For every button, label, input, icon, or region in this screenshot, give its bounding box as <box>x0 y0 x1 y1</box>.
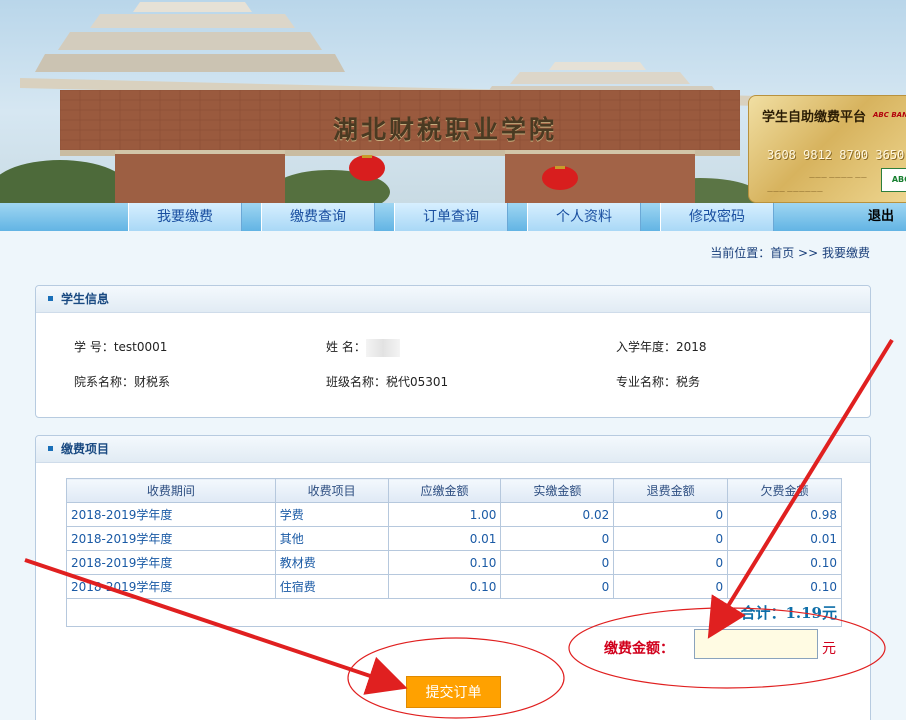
major-field: 专业名称：税务 <box>616 373 700 390</box>
table-header-row: 收费期间 收费项目 应缴金额 实缴金额 退费金额 欠费金额 <box>66 478 842 503</box>
cell-refund: 0 <box>613 502 729 527</box>
breadcrumb-current: 我要缴费 <box>821 246 870 260</box>
student-info-panel: 学生信息 学 号：test0001 姓 名： 入学年度：2018 院系名称：财税… <box>35 285 871 418</box>
table-row: 2018-2019学年度 学费 1.00 0.02 0 0.98 <box>66 502 842 527</box>
cell-due: 1.00 <box>387 502 502 527</box>
breadcrumb-home-link[interactable]: 首页 <box>770 246 794 260</box>
cell-refund: 0 <box>613 526 729 551</box>
header-banner: 湖北财税职业学院 学生自助缴费平台 ABC BANK 3608 9812 870… <box>0 0 906 203</box>
cell-refund: 0 <box>613 574 729 599</box>
total-cell: 合计：1.19元 <box>66 598 842 627</box>
cell-period: 2018-2019学年度 <box>66 526 276 551</box>
cell-period: 2018-2019学年度 <box>66 550 276 575</box>
bank-card-graphic: 学生自助缴费平台 ABC BANK 3608 9812 8700 3650 ——… <box>748 95 906 203</box>
bank-logo-icon: ABC <box>881 168 906 192</box>
total-label: 合计： <box>740 604 786 622</box>
breadcrumb: 当前位置：首页 >> 我要缴费 <box>710 244 870 261</box>
student-name-field: 姓 名： <box>326 338 400 357</box>
cell-period: 2018-2019学年度 <box>66 502 276 527</box>
submit-order-button[interactable]: 提交订单 <box>406 676 501 708</box>
cell-period: 2018-2019学年度 <box>66 574 276 599</box>
main-nav: 我要缴费 缴费查询 订单查询 个人资料 修改密码 退出 <box>0 203 906 231</box>
cell-paid: 0 <box>500 526 615 551</box>
cell-item: 其他 <box>274 526 389 551</box>
col-header-owed: 欠费金额 <box>727 478 842 503</box>
gate-title: 湖北财税职业学院 <box>333 115 558 144</box>
cell-item: 住宿费 <box>274 574 389 599</box>
class-field: 班级名称：税代05301 <box>326 373 448 390</box>
department-label: 院系名称： <box>74 375 135 389</box>
total-value: 1.19元 <box>785 604 837 622</box>
fee-items-header: 缴费项目 <box>36 436 870 463</box>
card-title: 学生自助缴费平台 <box>762 110 867 125</box>
table-row: 2018-2019学年度 教材费 0.10 0 0 0.10 <box>66 550 842 575</box>
card-fineprint: ——— ———— —— <box>809 174 867 181</box>
total-row: 合计：1.19元 <box>66 598 842 627</box>
cell-item: 学费 <box>274 502 389 527</box>
cell-item: 教材费 <box>274 550 389 575</box>
cell-owed: 0.10 <box>727 550 842 575</box>
major-label: 专业名称： <box>616 375 677 389</box>
cell-owed: 0.01 <box>727 526 842 551</box>
breadcrumb-prefix: 当前位置： <box>710 246 771 260</box>
student-name-redacted <box>365 338 400 357</box>
card-number: 3608 9812 8700 3650 <box>767 148 905 162</box>
col-header-period: 收费期间 <box>66 478 276 503</box>
bullet-square-icon <box>48 446 53 451</box>
cell-paid: 0.02 <box>500 502 615 527</box>
col-header-due: 应缴金额 <box>387 478 502 503</box>
cell-refund: 0 <box>613 550 729 575</box>
table-row: 2018-2019学年度 其他 0.01 0 0 0.01 <box>66 526 842 551</box>
bullet-square-icon <box>48 296 53 301</box>
cell-due: 0.01 <box>387 526 502 551</box>
cell-owed: 0.98 <box>727 502 842 527</box>
student-info-title: 学生信息 <box>61 292 110 306</box>
enroll-year-label: 入学年度： <box>616 340 677 354</box>
col-header-paid: 实缴金额 <box>500 478 615 503</box>
nav-item-payment-query[interactable]: 缴费查询 <box>261 203 375 231</box>
cell-paid: 0 <box>500 550 615 575</box>
nav-item-order-query[interactable]: 订单查询 <box>394 203 508 231</box>
cell-owed: 0.10 <box>727 574 842 599</box>
nav-item-pay[interactable]: 我要缴费 <box>128 203 242 231</box>
card-bank-name: ABC BANK <box>873 111 906 119</box>
logout-link[interactable]: 退出 <box>868 203 894 231</box>
col-header-item: 收费项目 <box>274 478 389 503</box>
student-name-label: 姓 名： <box>326 340 366 354</box>
fee-items-title: 缴费项目 <box>61 442 110 456</box>
breadcrumb-separator: >> <box>794 246 822 260</box>
nav-item-profile[interactable]: 个人资料 <box>527 203 641 231</box>
student-id-value: test0001 <box>113 340 168 354</box>
fee-table: 收费期间 收费项目 应缴金额 实缴金额 退费金额 欠费金额 2018-2019学… <box>66 478 842 627</box>
pay-amount-unit: 元 <box>822 641 836 657</box>
cell-due: 0.10 <box>387 574 502 599</box>
enroll-year-value: 2018 <box>676 340 707 354</box>
cell-paid: 0 <box>500 574 615 599</box>
department-field: 院系名称：财税系 <box>74 373 170 390</box>
table-row: 2018-2019学年度 住宿费 0.10 0 0 0.10 <box>66 574 842 599</box>
class-label: 班级名称： <box>326 375 387 389</box>
card-fineprint: ——— —————— <box>767 188 823 195</box>
major-value: 税务 <box>676 375 701 389</box>
pay-amount-input[interactable] <box>694 629 818 659</box>
cell-due: 0.10 <box>387 550 502 575</box>
student-id-label: 学 号： <box>74 340 114 354</box>
student-info-header: 学生信息 <box>36 286 870 313</box>
student-id-field: 学 号：test0001 <box>74 338 167 355</box>
enroll-year-field: 入学年度：2018 <box>616 338 707 355</box>
department-value: 财税系 <box>134 375 171 389</box>
nav-item-change-password[interactable]: 修改密码 <box>660 203 774 231</box>
pay-amount-label: 缴费金额： <box>604 641 674 657</box>
fee-items-panel: 缴费项目 收费期间 收费项目 应缴金额 实缴金额 退费金额 欠费金额 2018-… <box>35 435 871 720</box>
class-value: 税代05301 <box>386 375 449 389</box>
col-header-refund: 退费金额 <box>613 478 729 503</box>
